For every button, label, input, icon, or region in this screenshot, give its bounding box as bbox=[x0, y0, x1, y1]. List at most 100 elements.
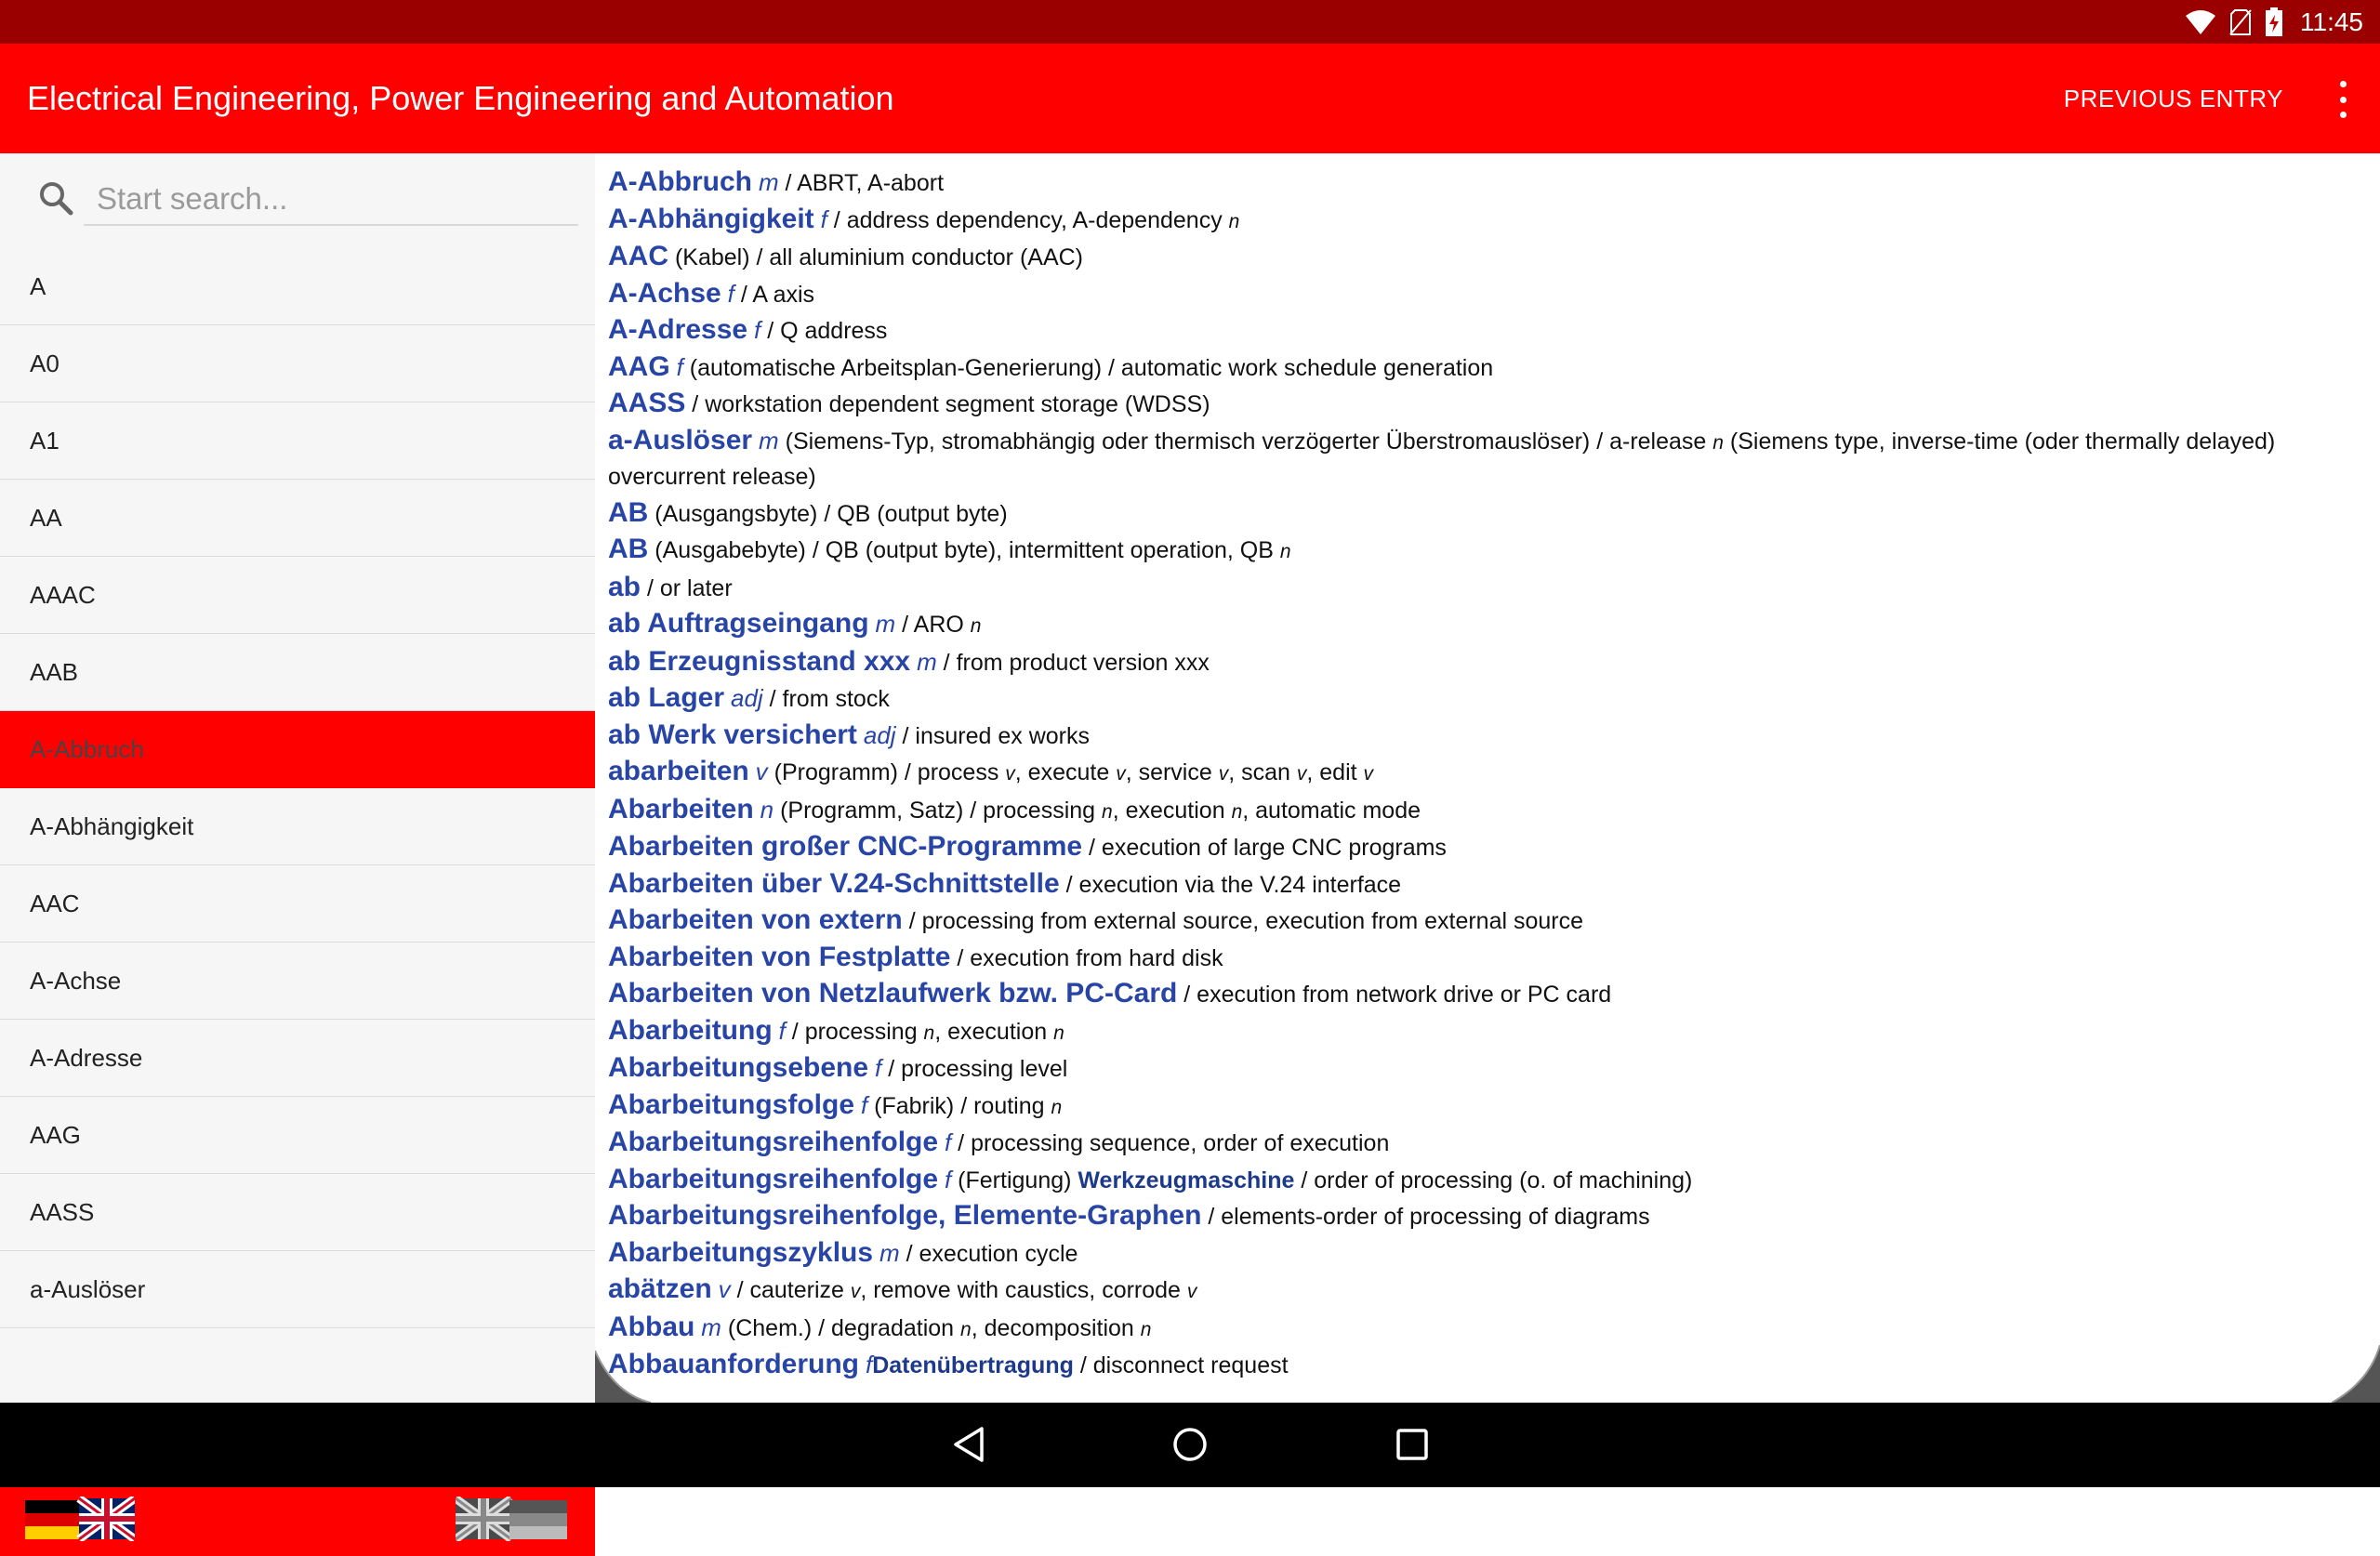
sidebar-entry[interactable]: AASS bbox=[0, 1174, 595, 1251]
entry-headword[interactable]: ab Erzeugnisstand xxx bbox=[608, 646, 910, 677]
entry-headword[interactable]: Abarbeiten von Festplatte bbox=[608, 942, 950, 972]
sidebar-entry[interactable]: AA bbox=[0, 480, 595, 557]
entry-headword[interactable]: Abbau bbox=[608, 1312, 694, 1342]
dictionary-entry: Abarbeiten von Festplatte / execution fr… bbox=[608, 940, 2365, 977]
entry-headword[interactable]: Abarbeitungsreihenfolge bbox=[608, 1164, 938, 1194]
entry-headword[interactable]: A-Abhängigkeit bbox=[608, 204, 814, 234]
entry-headword[interactable]: Abarbeitungszyklus bbox=[608, 1237, 873, 1268]
grammar-label: adj bbox=[863, 720, 896, 749]
grammar-label-small: v bbox=[850, 1281, 861, 1302]
sidebar-entry[interactable]: A-Abhängigkeit bbox=[0, 788, 595, 865]
dictionary-entry: Abarbeiten n (Programm, Satz) / processi… bbox=[608, 792, 2365, 830]
dictionary-entry: AB (Ausgangsbyte) / QB (output byte) bbox=[608, 495, 2365, 533]
battery-charging-icon bbox=[2266, 7, 2282, 36]
entry-text: (Programm, Satz) / processing bbox=[774, 797, 1103, 824]
search-input[interactable] bbox=[84, 174, 578, 226]
grammar-label-small: n bbox=[1228, 210, 1240, 232]
entry-headword[interactable]: Abarbeiten bbox=[608, 794, 754, 824]
grammar-label: f bbox=[676, 352, 683, 381]
entry-text: , remove with caustics, corrode bbox=[860, 1277, 1187, 1303]
grammar-label-small: v bbox=[1116, 763, 1126, 785]
app-toolbar: Electrical Engineering, Power Engineerin… bbox=[0, 44, 2380, 153]
page-curl-right-icon[interactable] bbox=[2332, 1345, 2380, 1403]
sidebar: AA0A1AAAAACAABA-AbbruchA-AbhängigkeitAAC… bbox=[0, 153, 595, 1556]
grammar-label-small: n bbox=[1279, 541, 1291, 562]
entry-headword[interactable]: Abarbeitungsreihenfolge bbox=[608, 1127, 938, 1157]
entry-text: (Fabrik) / routing bbox=[867, 1092, 1051, 1119]
cross-reference-link[interactable]: Datenübertragung bbox=[872, 1352, 1074, 1378]
sidebar-entry[interactable]: A-Achse bbox=[0, 943, 595, 1020]
entry-headword[interactable]: Abarbeiten großer CNC-Programme bbox=[608, 831, 1082, 862]
entry-headword[interactable]: A-Adresse bbox=[608, 314, 747, 345]
entry-headword[interactable]: A-Achse bbox=[608, 278, 721, 309]
sidebar-entry[interactable]: A1 bbox=[0, 402, 595, 480]
entry-headword[interactable]: abätzen bbox=[608, 1273, 712, 1304]
sidebar-entry[interactable]: AAAC bbox=[0, 557, 595, 634]
grammar-label-small: n bbox=[1140, 1318, 1152, 1340]
previous-entry-button[interactable]: PREVIOUS ENTRY bbox=[2064, 44, 2283, 153]
entry-headword[interactable]: Abarbeiten über V.24-Schnittstelle bbox=[608, 868, 1060, 899]
entry-text: , execute bbox=[1014, 759, 1117, 785]
status-bar: 11:45 bbox=[0, 0, 2380, 44]
dictionary-entry: Abarbeitungsreihenfolge f (Fertigung) We… bbox=[608, 1162, 2365, 1199]
entry-text: / elements-order of processing of diagra… bbox=[1201, 1204, 1650, 1230]
entry-headword[interactable]: AB bbox=[608, 534, 648, 564]
entry-text: / workstation dependent segment storage … bbox=[685, 391, 1210, 417]
dictionary-entry: A-Abbruch m / ABRT, A-abort bbox=[608, 165, 2365, 202]
entry-headword[interactable]: abarbeiten bbox=[608, 756, 749, 786]
entry-text: / insured ex works bbox=[895, 722, 1090, 749]
entry-text: / order of processing (o. of machining) bbox=[1294, 1167, 1693, 1193]
entry-headword[interactable]: AAC bbox=[608, 241, 668, 271]
entry-text: / execution from hard disk bbox=[950, 944, 1223, 971]
sidebar-entry[interactable]: a-Auslöser bbox=[0, 1251, 595, 1328]
dictionary-entry: AAC (Kabel) / all aluminium conductor (A… bbox=[608, 239, 2365, 276]
entry-text: / execution from network drive or PC car… bbox=[1177, 982, 1612, 1008]
entry-headword[interactable]: AASS bbox=[608, 388, 685, 418]
entry-headword[interactable]: Abarbeitungsebene bbox=[608, 1052, 868, 1083]
sidebar-entry[interactable]: AAC bbox=[0, 865, 595, 943]
overflow-menu-icon[interactable] bbox=[2324, 81, 2361, 118]
english-to-german-icon[interactable] bbox=[456, 1497, 567, 1541]
entry-headword[interactable]: Abarbeiten von Netzlaufwerk bzw. PC-Card bbox=[608, 978, 1177, 1009]
entry-headword[interactable]: AB bbox=[608, 497, 648, 528]
entry-headword[interactable]: a-Auslöser bbox=[608, 425, 752, 455]
home-icon[interactable] bbox=[1169, 1423, 1211, 1466]
entry-headword[interactable]: Abarbeitungsreihenfolge, Elemente-Graphe… bbox=[608, 1200, 1201, 1231]
entry-headword[interactable]: Abarbeitung bbox=[608, 1015, 773, 1046]
page-curl-left-icon[interactable] bbox=[595, 1351, 651, 1403]
recents-icon[interactable] bbox=[1391, 1423, 1434, 1466]
entry-text: , execution bbox=[1112, 797, 1232, 824]
back-icon[interactable] bbox=[948, 1423, 991, 1466]
no-sim-icon bbox=[2229, 8, 2252, 35]
dictionary-entry: ab / or later bbox=[608, 570, 2365, 607]
sidebar-entry[interactable]: AAB bbox=[0, 634, 595, 711]
sidebar-entry[interactable]: AAG bbox=[0, 1097, 595, 1174]
grammar-label-small: n bbox=[1712, 431, 1724, 454]
cross-reference-link[interactable]: Werkzeugmaschine bbox=[1078, 1167, 1294, 1193]
entry-headword[interactable]: Abarbeiten von extern bbox=[608, 904, 903, 935]
entry-text: / execution of large CNC programs bbox=[1082, 835, 1447, 861]
entry-headword[interactable]: ab Werk versichert bbox=[608, 719, 857, 750]
grammar-label: n bbox=[760, 795, 774, 824]
entry-headword[interactable]: ab bbox=[608, 572, 641, 602]
entry-text: , execution bbox=[934, 1018, 1054, 1045]
entry-text: , edit bbox=[1306, 759, 1364, 785]
german-to-english-icon[interactable] bbox=[25, 1497, 135, 1541]
entry-headword[interactable]: Abarbeitungsfolge bbox=[608, 1089, 854, 1120]
grammar-label-small: n bbox=[1231, 800, 1243, 823]
sidebar-entry[interactable]: A0 bbox=[0, 325, 595, 402]
entry-headword[interactable]: ab Auftragseingang bbox=[608, 608, 869, 639]
entry-text: / disconnect request bbox=[1073, 1352, 1289, 1378]
entry-headword[interactable]: AAG bbox=[608, 351, 670, 382]
entry-text: / from product version xxx bbox=[936, 649, 1210, 676]
entry-headword[interactable]: ab Lager bbox=[608, 682, 724, 713]
dictionary-entry: a-Auslöser m (Siemens-Typ, stromabhängig… bbox=[608, 423, 2365, 495]
grammar-label-small: v bbox=[1186, 1281, 1197, 1302]
entry-text: (Ausgabebyte) / QB (output byte), interm… bbox=[648, 537, 1280, 563]
grammar-label: v bbox=[718, 1275, 731, 1303]
grammar-label-small: n bbox=[960, 1318, 972, 1340]
sidebar-entry[interactable]: A-Abbruch bbox=[0, 711, 595, 788]
sidebar-entry[interactable]: A-Adresse bbox=[0, 1020, 595, 1097]
sidebar-entry[interactable]: A bbox=[0, 248, 595, 325]
entry-headword[interactable]: A-Abbruch bbox=[608, 166, 752, 197]
